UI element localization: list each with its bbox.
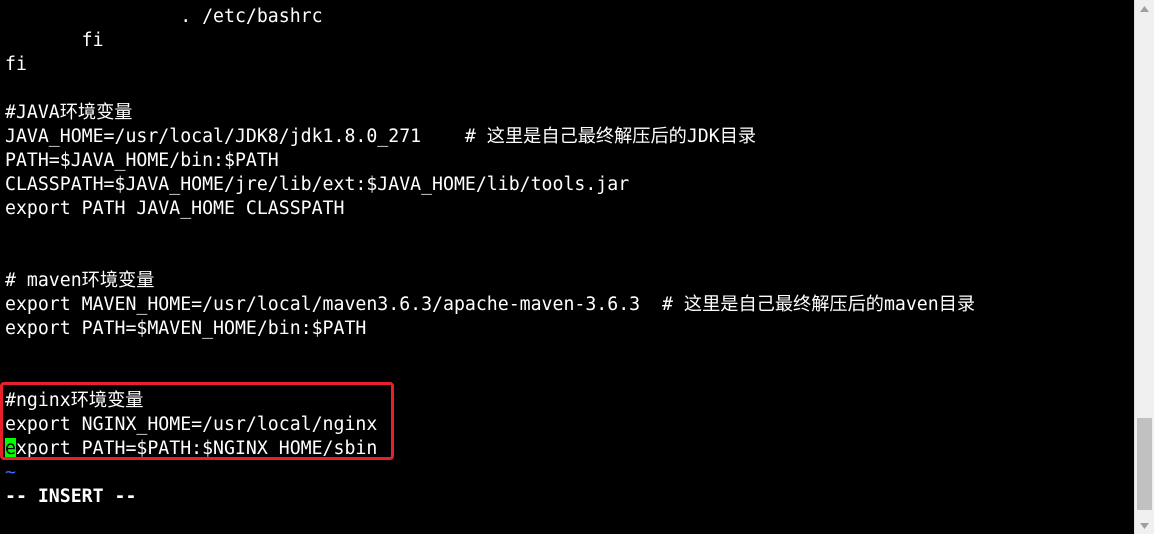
triangle-up-icon	[1140, 5, 1149, 12]
vertical-scrollbar[interactable]	[1134, 0, 1154, 534]
terminal-window[interactable]: . /etc/bashrc fi fi #JAVA环境变量 JAVA_HOME=…	[0, 0, 1134, 534]
triangle-down-icon	[1140, 522, 1149, 529]
editor-line: JAVA_HOME=/usr/local/JDK8/jdk1.8.0_271 #…	[5, 126, 757, 147]
mode-status-line: -- INSERT --	[5, 486, 137, 507]
empty-line-tilde: ~	[5, 462, 16, 483]
cursor-line-text: xport PATH=$PATH:$NGINX_HOME/sbin	[15, 438, 378, 459]
editor-line: fi	[5, 54, 27, 75]
editor-line: export PATH=$MAVEN_HOME/bin:$PATH	[5, 318, 367, 339]
editor-line: export PATH JAVA_HOME CLASSPATH	[5, 198, 345, 219]
editor-line: export NGINX_HOME=/usr/local/nginx	[5, 414, 378, 435]
scrollbar-thumb[interactable]	[1137, 418, 1152, 510]
editor-line: export MAVEN_HOME=/usr/local/maven3.6.3/…	[5, 294, 976, 315]
editor-line: #nginx环境变量	[5, 390, 144, 411]
editor-line: CLASSPATH=$JAVA_HOME/jre/lib/ext:$JAVA_H…	[5, 174, 630, 195]
editor-line: #JAVA环境变量	[5, 102, 133, 123]
scroll-up-button[interactable]	[1135, 0, 1154, 17]
editor-line: . /etc/bashrc	[5, 6, 323, 27]
editor-line: PATH=$JAVA_HOME/bin:$PATH	[5, 150, 279, 171]
text-cursor: e	[5, 438, 16, 459]
editor-line-cursor: export PATH=$PATH:$NGINX_HOME/sbin	[5, 437, 377, 461]
editor-line: # maven环境变量	[5, 270, 155, 291]
editor-line: fi	[5, 30, 104, 51]
scroll-down-button[interactable]	[1135, 517, 1154, 534]
